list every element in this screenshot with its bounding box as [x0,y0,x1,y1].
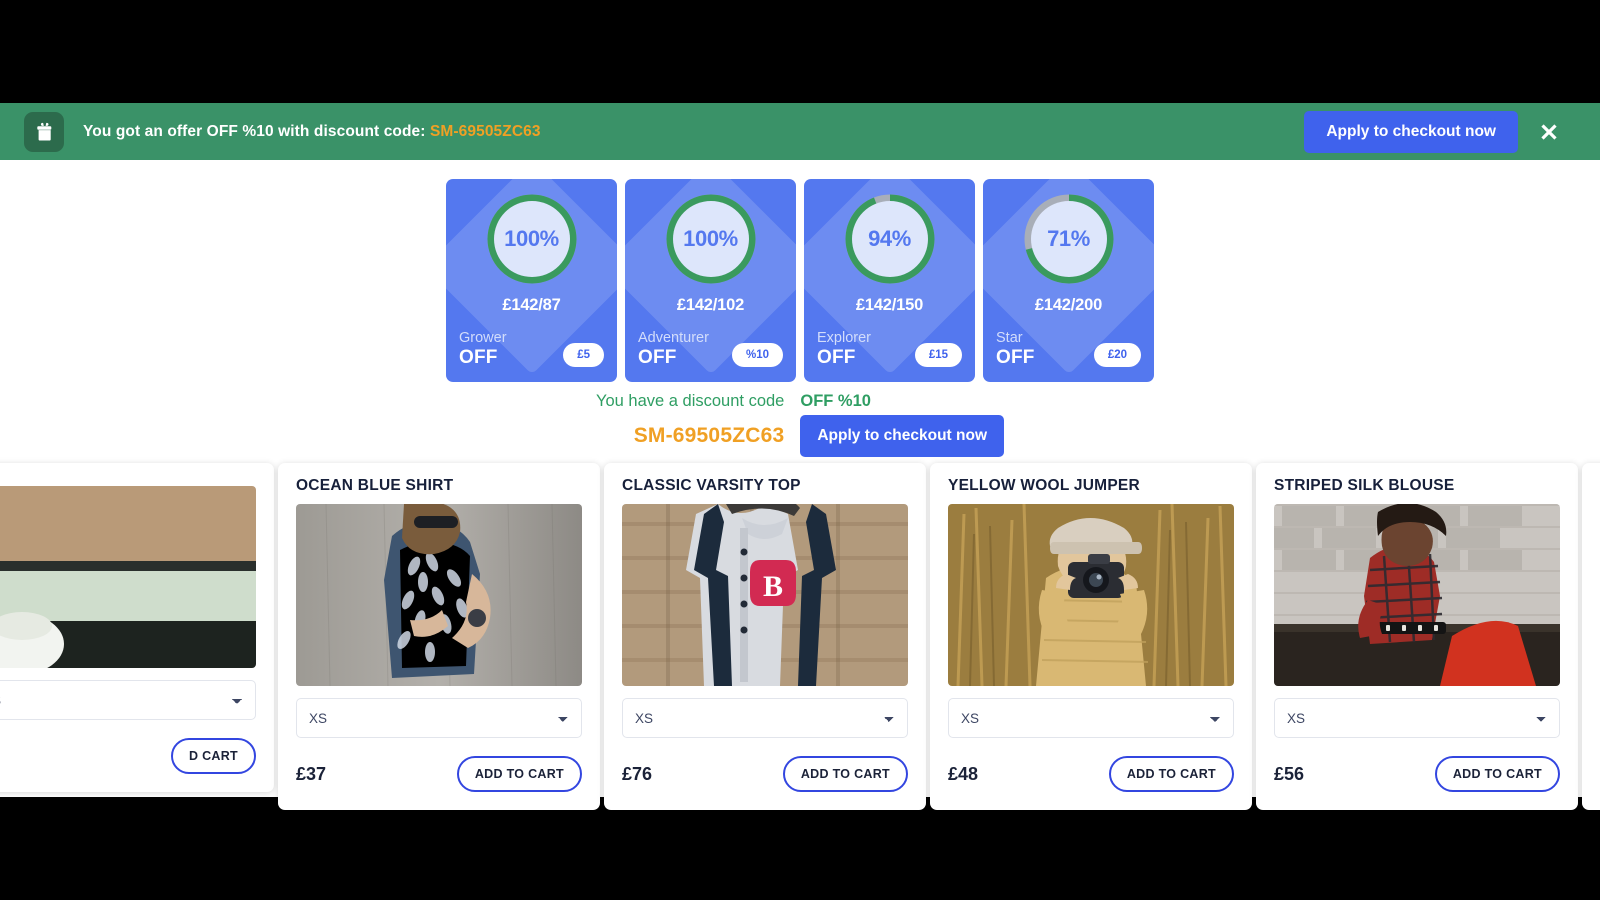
page-root: You got an offer OFF %10 with discount c… [0,0,1600,900]
tier-reward-pill: £15 [914,343,962,367]
tier-name: Grower [459,330,507,347]
tier-name: Explorer [817,330,871,347]
tier-name: Star [996,330,1023,347]
discount-code-value: SM-69505ZC63 [633,424,785,447]
content-area: 100% £142/87 Grower OFF £5 100% £142/102… [0,160,1600,810]
product-carousel[interactable]: XS D CART OCEAN BLUE SHIRT XS £37 ADD TO… [0,463,1600,810]
promo-code: SM-69505ZC63 [429,122,541,140]
tier-reward-pill: %10 [731,343,783,367]
progress-percent-label: 100% [672,201,749,277]
progress-ring: 100% [487,194,577,284]
product-card[interactable]: FLORAL WHITE TOP [1582,463,1600,810]
discount-code-block: You have a discount code OFF %10 SM-6950… [0,392,1600,457]
product-card[interactable]: STRIPED SILK BLOUSE XS £56 ADD TO CART [1256,463,1578,810]
tier-card-list: 100% £142/87 Grower OFF £5 100% £142/102… [0,179,1600,382]
size-select[interactable]: XS [0,680,256,720]
apply-to-checkout-button[interactable]: Apply to checkout now [800,415,1005,457]
yellow-wool-jumper-photo [948,504,1234,686]
promo-message: You got an offer OFF %10 with discount c… [83,123,541,141]
product-card[interactable]: OCEAN BLUE SHIRT XS £37 ADD TO CART [278,463,600,810]
tier-amount: £142/87 [502,296,561,314]
size-select[interactable]: XS [622,698,908,738]
tier-name: Adventurer [638,330,709,347]
progress-percent-label: 71% [1030,201,1107,277]
product-card[interactable]: XS D CART [0,463,274,792]
tier-card-adventurer[interactable]: 100% £142/102 Adventurer OFF %10 [625,179,796,382]
product-price: £76 [622,763,653,784]
add-to-cart-button[interactable]: ADD TO CART [456,756,582,792]
size-select[interactable]: XS [296,698,582,738]
promo-message-text: You got an offer OFF %10 with discount c… [83,122,426,140]
add-to-cart-button[interactable]: ADD TO CART [782,756,908,792]
product-title: YELLOW WOOL JUMPER [948,477,1140,494]
add-to-cart-button[interactable]: ADD TO CART [1108,756,1234,792]
add-to-cart-button[interactable]: ADD TO CART [1434,756,1560,792]
size-select[interactable]: XS [1274,698,1560,738]
tier-off-label: OFF [459,347,498,369]
gift-icon [24,111,64,152]
product-price: £48 [948,763,979,784]
product-title: CLASSIC VARSITY TOP [622,477,801,494]
product-price: £56 [1274,763,1305,784]
svg-text:B: B [763,570,783,603]
tier-off-label: OFF [817,347,856,369]
tier-card-star[interactable]: 71% £142/200 Star OFF £20 [983,179,1154,382]
progress-percent-label: 94% [851,201,928,277]
tier-off-label: OFF [638,347,677,369]
progress-ring: 71% [1024,194,1114,284]
size-select[interactable]: XS [948,698,1234,738]
ceramic-vase-photo [0,486,256,668]
tier-off-label: OFF [996,347,1035,369]
discount-off-label: OFF %10 [800,392,871,410]
product-card[interactable]: YELLOW WOOL JUMPER XS £48 ADD TO CART [930,463,1252,810]
tier-card-explorer[interactable]: 94% £142/150 Explorer OFF £15 [804,179,975,382]
close-icon[interactable] [1536,119,1562,145]
tier-amount: £142/200 [1034,296,1103,314]
product-card[interactable]: CLASSIC VARSITY TOP B XS £76 ADD TO CART [604,463,926,810]
tier-reward-pill: £20 [1093,343,1141,367]
classic-varsity-top-photo: B [622,504,908,686]
ocean-blue-shirt-photo [296,504,582,686]
product-title: STRIPED SILK BLOUSE [1274,477,1455,494]
product-title: OCEAN BLUE SHIRT [296,477,454,494]
tier-amount: £142/102 [676,296,745,314]
striped-silk-blouse-photo [1274,504,1560,686]
tier-card-grower[interactable]: 100% £142/87 Grower OFF £5 [446,179,617,382]
tier-reward-pill: £5 [563,343,604,367]
discount-code-label: You have a discount code [595,392,785,410]
add-to-cart-button[interactable]: D CART [170,738,256,774]
progress-ring: 94% [845,194,935,284]
banner-apply-to-checkout-button[interactable]: Apply to checkout now [1304,110,1518,153]
product-price: £37 [296,763,327,784]
progress-percent-label: 100% [493,201,570,277]
progress-ring: 100% [666,194,756,284]
tier-amount: £142/150 [855,296,924,314]
promo-banner: You got an offer OFF %10 with discount c… [0,103,1600,160]
